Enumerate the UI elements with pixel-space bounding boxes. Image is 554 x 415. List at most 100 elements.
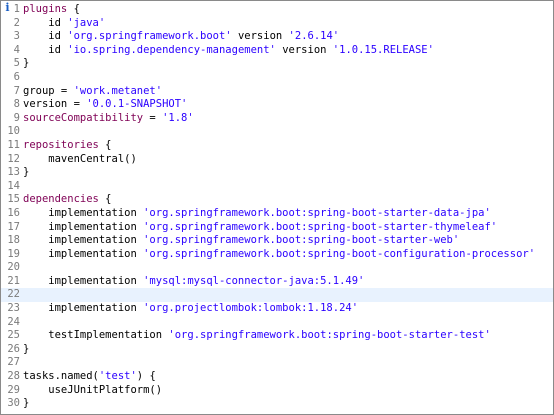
code-line[interactable]: 7 group = 'work.metanet'	[1, 85, 553, 99]
code-line[interactable]: 20	[1, 261, 553, 275]
keyword-token: dependencies	[23, 193, 99, 206]
line-code[interactable]: }	[23, 397, 553, 411]
line-number: 7	[13, 84, 20, 97]
code-line[interactable]: 8 version = '0.0.1-SNAPSHOT'	[1, 98, 553, 112]
code-line[interactable]: 21 implementation 'mysql:mysql-connector…	[1, 275, 553, 289]
code-token: {	[98, 193, 112, 206]
code-token: implementation	[23, 220, 144, 233]
line-code[interactable]	[23, 71, 553, 85]
line-number: 2	[13, 16, 20, 29]
line-number: 24	[7, 315, 20, 328]
code-line[interactable]: 24	[1, 316, 553, 330]
keyword-token: sourceCompatibility	[23, 111, 144, 124]
line-number: 9	[13, 111, 20, 124]
string-token: 'org.springframework.boot:spring-boot-co…	[143, 247, 536, 260]
line-code[interactable]: implementation 'org.springframework.boot…	[23, 234, 553, 248]
string-token: 'java'	[67, 16, 106, 29]
code-lines[interactable]: 1 plugins {2 id 'java' 3 id 'org.springfra…	[1, 3, 553, 411]
line-code[interactable]: }	[23, 166, 553, 180]
line-code[interactable]: sourceCompatibility = '1.8'	[23, 112, 553, 126]
line-code[interactable]: implementation 'org.projectlombok:lombok…	[23, 302, 553, 316]
line-code[interactable]: useJUnitPlatform()	[23, 384, 553, 398]
line-code[interactable]: id 'java'	[23, 17, 553, 31]
code-line[interactable]: 3 id 'org.springframework.boot' version …	[1, 30, 553, 44]
code-line[interactable]: 14	[1, 180, 553, 194]
code-token: }	[23, 57, 30, 70]
code-token: version =	[23, 98, 87, 111]
code-line[interactable]: 26}	[1, 343, 553, 357]
code-line[interactable]: 19 implementation 'org.springframework.b…	[1, 248, 553, 262]
line-code[interactable]: implementation 'org.springframework.boot…	[23, 207, 553, 221]
code-line[interactable]: 1 plugins {	[1, 3, 553, 17]
code-line[interactable]: 22	[1, 288, 553, 303]
code-line[interactable]: 11 repositories {	[1, 139, 553, 153]
code-line[interactable]: 25 testImplementation 'org.springframewo…	[1, 329, 553, 343]
line-code[interactable]: plugins {	[23, 3, 553, 17]
code-line[interactable]: 30}	[1, 397, 553, 411]
line-code[interactable]	[23, 125, 553, 139]
code-line[interactable]: 18 implementation 'org.springframework.b…	[1, 234, 553, 248]
line-code[interactable]: mavenCentral()	[23, 153, 553, 167]
line-number: 15	[7, 193, 20, 206]
code-line[interactable]: 12 mavenCentral()	[1, 153, 553, 167]
line-code[interactable]: implementation 'org.springframework.boot…	[23, 248, 553, 262]
code-line[interactable]: 10	[1, 125, 553, 139]
code-token: testImplementation	[23, 329, 169, 342]
code-editor[interactable]: i 1 plugins {2 id 'java' 3 id 'org.springf…	[0, 0, 554, 415]
line-code[interactable]: id 'org.springframework.boot' version '2…	[23, 30, 553, 44]
line-number: 6	[13, 70, 20, 83]
code-line[interactable]: 29 useJUnitPlatform()	[1, 384, 553, 398]
code-token: tasks.named(	[23, 370, 99, 383]
line-code[interactable]: repositories {	[23, 139, 553, 153]
code-token: implementation	[23, 234, 144, 247]
code-line[interactable]: 23 implementation 'org.projectlombok:lom…	[1, 302, 553, 316]
line-code[interactable]	[23, 356, 553, 370]
line-code[interactable]	[23, 180, 553, 194]
line-code[interactable]: }	[23, 57, 553, 71]
line-code[interactable]: version = '0.0.1-SNAPSHOT'	[23, 98, 553, 112]
string-token: 'io.spring.dependency-management'	[67, 43, 276, 56]
line-code[interactable]: id 'io.spring.dependency-management' ver…	[23, 44, 553, 58]
code-token: }	[23, 342, 30, 355]
line-code[interactable]: tasks.named('test') {	[23, 370, 553, 384]
keyword-token: plugins	[23, 3, 68, 15]
line-code[interactable]: dependencies {	[23, 193, 553, 207]
code-line[interactable]: 13}	[1, 166, 553, 180]
code-line[interactable]: 2 id 'java'	[1, 17, 553, 31]
line-code[interactable]	[23, 288, 553, 302]
line-number: 13	[7, 166, 20, 179]
code-token: }	[23, 166, 30, 179]
line-number: 12	[7, 152, 20, 165]
line-code[interactable]: group = 'work.metanet'	[23, 85, 553, 99]
line-number: 16	[7, 206, 20, 219]
string-token: 'org.springframework.boot:spring-boot-st…	[143, 234, 460, 247]
code-token: mavenCentral()	[23, 152, 137, 165]
code-token: group =	[23, 84, 74, 97]
line-number: 8	[13, 98, 20, 111]
code-line[interactable]: 16 implementation 'org.springframework.b…	[1, 207, 553, 221]
line-code[interactable]: testImplementation 'org.springframework.…	[23, 329, 553, 343]
code-line[interactable]: 15 dependencies {	[1, 193, 553, 207]
line-number: 17	[7, 220, 20, 233]
code-line[interactable]: 4 id 'io.spring.dependency-management' v…	[1, 44, 553, 58]
line-number: 18	[7, 234, 20, 247]
line-code[interactable]: implementation 'org.springframework.boot…	[23, 221, 553, 235]
string-token: 'work.metanet'	[73, 84, 163, 97]
line-code[interactable]	[23, 316, 553, 330]
keyword-token: repositories	[23, 138, 99, 151]
code-token: id	[23, 43, 68, 56]
code-token: =	[143, 111, 163, 124]
string-token: 'org.springframework.boot:spring-boot-st…	[168, 329, 491, 342]
string-token: 'mysql:mysql-connector-java:5.1.49'	[143, 274, 365, 287]
code-line[interactable]: 6	[1, 71, 553, 85]
code-line[interactable]: 5}	[1, 57, 553, 71]
code-line[interactable]: 17 implementation 'org.springframework.b…	[1, 221, 553, 235]
line-number: 10	[7, 125, 20, 138]
code-token: id	[23, 16, 68, 29]
code-line[interactable]: 9 sourceCompatibility = '1.8'	[1, 112, 553, 126]
code-line[interactable]: 28 tasks.named('test') {	[1, 370, 553, 384]
line-code[interactable]: }	[23, 343, 553, 357]
code-line[interactable]: 27	[1, 356, 553, 370]
line-code[interactable]	[23, 261, 553, 275]
line-code[interactable]: implementation 'mysql:mysql-connector-ja…	[23, 275, 553, 289]
